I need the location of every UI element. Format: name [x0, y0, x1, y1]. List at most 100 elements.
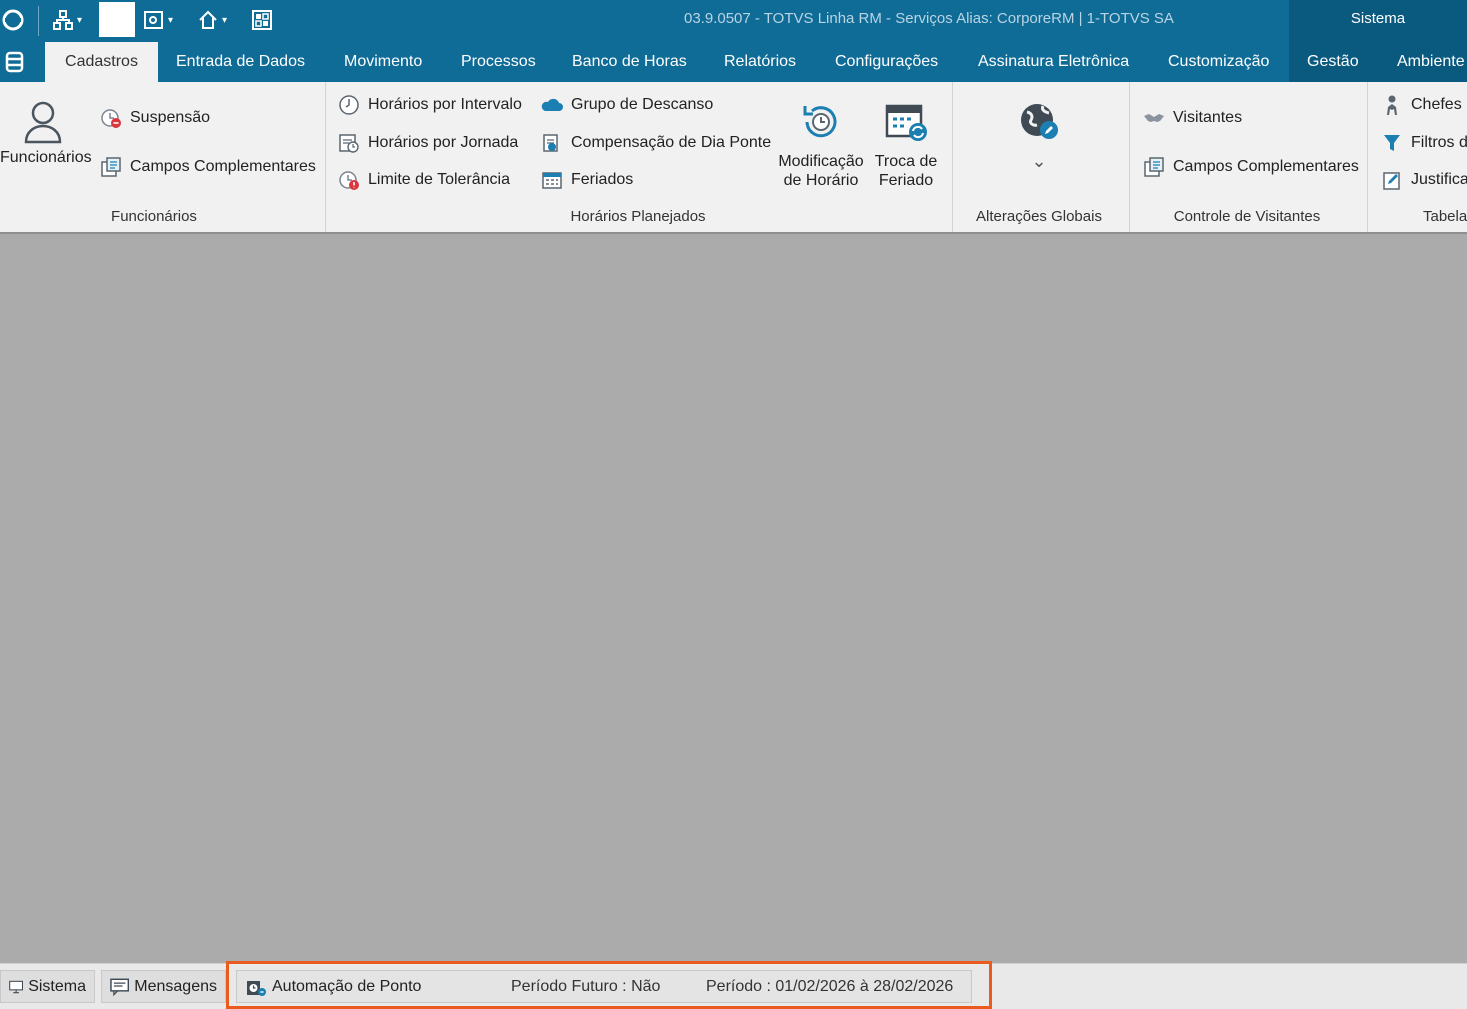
group-label-tabelas: Tabela — [1423, 208, 1467, 225]
calendar-swap-icon — [870, 100, 942, 144]
chefes-label: Chefes — [1411, 96, 1462, 113]
automation-clock-icon — [247, 980, 266, 996]
group-label-controle-de-visitantes: Controle de Visitantes — [1173, 208, 1321, 225]
tab-entrada-de-dados[interactable]: Entrada de Dados — [176, 42, 305, 82]
status-mensagens-button[interactable]: Mensagens — [101, 970, 226, 1003]
status-bar: Sistema Mensagens Automação de Ponto Per… — [0, 963, 1467, 1009]
home-icon[interactable]: ▾ — [197, 6, 227, 34]
layout-icon[interactable] — [251, 6, 273, 34]
complementary-fields-icon — [100, 156, 122, 178]
status-sistema-button[interactable]: Sistema — [0, 970, 95, 1003]
compensacao-de-dia-ponte-button[interactable]: Compensação de Dia Ponte — [541, 131, 771, 155]
chevron-down-icon: ▾ — [168, 14, 174, 26]
handshake-icon — [1143, 107, 1165, 129]
tab-relatorios[interactable]: Relatórios — [724, 42, 796, 82]
workspace-area — [0, 234, 1467, 963]
chevron-down-icon: ▾ — [222, 14, 228, 26]
edit-document-icon — [1381, 169, 1403, 191]
status-periodo: Período : 01/02/2026 à 28/02/2026 — [706, 978, 954, 995]
troca-label-line1: Troca de — [874, 153, 938, 170]
clock-icon — [338, 94, 360, 116]
chevron-down-icon: ▾ — [77, 14, 83, 26]
tab-processos[interactable]: Processos — [461, 42, 536, 82]
network-icon[interactable]: ▾ — [52, 6, 82, 34]
person-icon — [1381, 94, 1403, 116]
visitantes-button[interactable]: Visitantes — [1143, 106, 1242, 130]
troca-de-feriado-button[interactable]: Troca de Feriado — [870, 100, 942, 190]
status-periodo-futuro: Período Futuro : Não — [511, 978, 661, 995]
group-divider — [325, 82, 326, 232]
troca-label-line2: Feriado — [878, 172, 934, 189]
group-label-horarios-planejados: Horários Planejados — [570, 208, 706, 225]
suspensao-button[interactable]: Suspensão — [100, 106, 210, 130]
person-icon — [0, 100, 86, 144]
tab-customizacao[interactable]: Customização — [1168, 42, 1269, 82]
justificativas-button[interactable]: Justifica — [1381, 168, 1467, 192]
message-icon — [110, 978, 130, 996]
monitor-icon — [9, 980, 24, 993]
group-divider — [1129, 82, 1130, 232]
chefes-button[interactable]: Chefes — [1381, 93, 1462, 117]
calendar-icon — [541, 169, 563, 191]
tab-banco-de-horas[interactable]: Banco de Horas — [572, 42, 687, 82]
group-divider — [952, 82, 953, 232]
blank-toolbar-box[interactable] — [99, 2, 135, 37]
horarios-por-intervalo-button[interactable]: Horários por Intervalo — [338, 93, 522, 117]
app-logo-icon[interactable] — [2, 6, 24, 34]
filter-icon — [1381, 132, 1403, 154]
visitantes-label: Visitantes — [1173, 109, 1243, 126]
campos-complementares-label: Campos Complementares — [130, 158, 316, 175]
horarios-por-jornada-label: Horários por Jornada — [368, 134, 519, 151]
group-label-alteracoes-globais: Alterações Globais — [976, 208, 1102, 225]
limite-de-tolerancia-button[interactable]: Limite de Tolerância — [338, 168, 510, 192]
visitantes-campos-complementares-label: Campos Complementares — [1173, 158, 1359, 175]
group-divider — [1367, 82, 1368, 232]
complementary-fields-icon — [1143, 156, 1165, 178]
status-automacao-label: Automação de Ponto — [272, 977, 422, 995]
ribbon-tabs: Cadastros Entrada de Dados Movimento Pro… — [0, 42, 1467, 82]
funcionarios-button-label: Funcionários — [0, 149, 92, 166]
horarios-por-jornada-button[interactable]: Horários por Jornada — [338, 131, 518, 155]
tab-configuracoes[interactable]: Configurações — [835, 42, 938, 82]
visitantes-campos-complementares-button[interactable]: Campos Complementares — [1143, 155, 1359, 179]
status-sistema-label: Sistema — [28, 977, 86, 995]
suspensao-label: Suspensão — [130, 109, 211, 126]
justificativas-label: Justifica — [1411, 171, 1467, 188]
app-menu-icon[interactable] — [4, 51, 26, 78]
window-icon[interactable]: ▾ — [143, 6, 173, 34]
tab-cadastros[interactable]: Cadastros — [45, 42, 158, 82]
grupo-de-descanso-label: Grupo de Descanso — [571, 96, 714, 113]
suspension-clock-icon — [100, 107, 122, 129]
modificacao-de-horario-button[interactable]: Modificação de Horário — [775, 100, 867, 190]
tab-movimento[interactable]: Movimento — [344, 42, 422, 82]
modificacao-label-line1: Modificação — [778, 153, 864, 170]
calendar-clock-icon — [338, 132, 360, 154]
ribbon-panel: Funcionários Suspensão Campos Complement… — [0, 82, 1467, 234]
funcionarios-button[interactable]: Funcionários — [0, 100, 92, 167]
title-bar: ▾ ▾ ▾ 03.9.0507 - TOTVS Linha RM - Servi… — [0, 0, 1467, 42]
tab-gestao[interactable]: Gestão — [1307, 42, 1359, 82]
system-label[interactable]: Sistema — [1289, 0, 1467, 42]
toolbar-separator — [38, 6, 39, 36]
filtros-button[interactable]: Filtros d — [1381, 131, 1467, 155]
alteracoes-globais-button[interactable]: ⌄ — [1010, 100, 1068, 171]
feriados-button[interactable]: Feriados — [541, 168, 633, 192]
limite-de-tolerancia-label: Limite de Tolerância — [368, 171, 511, 188]
modificacao-label-line2: de Horário — [783, 172, 859, 189]
campos-complementares-button[interactable]: Campos Complementares — [100, 155, 316, 179]
chevron-down-icon[interactable]: ⌄ — [1010, 152, 1068, 171]
tab-ambiente[interactable]: Ambiente — [1397, 42, 1465, 82]
tolerance-limit-icon — [338, 169, 360, 191]
clock-refresh-icon — [775, 100, 867, 144]
feriados-label: Feriados — [571, 171, 634, 188]
compensation-document-icon — [541, 132, 563, 154]
window-title: 03.9.0507 - TOTVS Linha RM - Serviços Al… — [684, 10, 1174, 27]
status-mensagens-label: Mensagens — [134, 977, 217, 995]
globe-edit-icon — [1010, 100, 1068, 144]
filtros-label: Filtros d — [1411, 134, 1467, 151]
grupo-de-descanso-button[interactable]: Grupo de Descanso — [541, 93, 713, 117]
group-label-funcionarios: Funcionários — [111, 208, 197, 225]
compensacao-de-dia-ponte-label: Compensação de Dia Ponte — [571, 134, 772, 151]
tab-assinatura-eletronica[interactable]: Assinatura Eletrônica — [978, 42, 1129, 82]
cloud-icon — [541, 94, 563, 116]
